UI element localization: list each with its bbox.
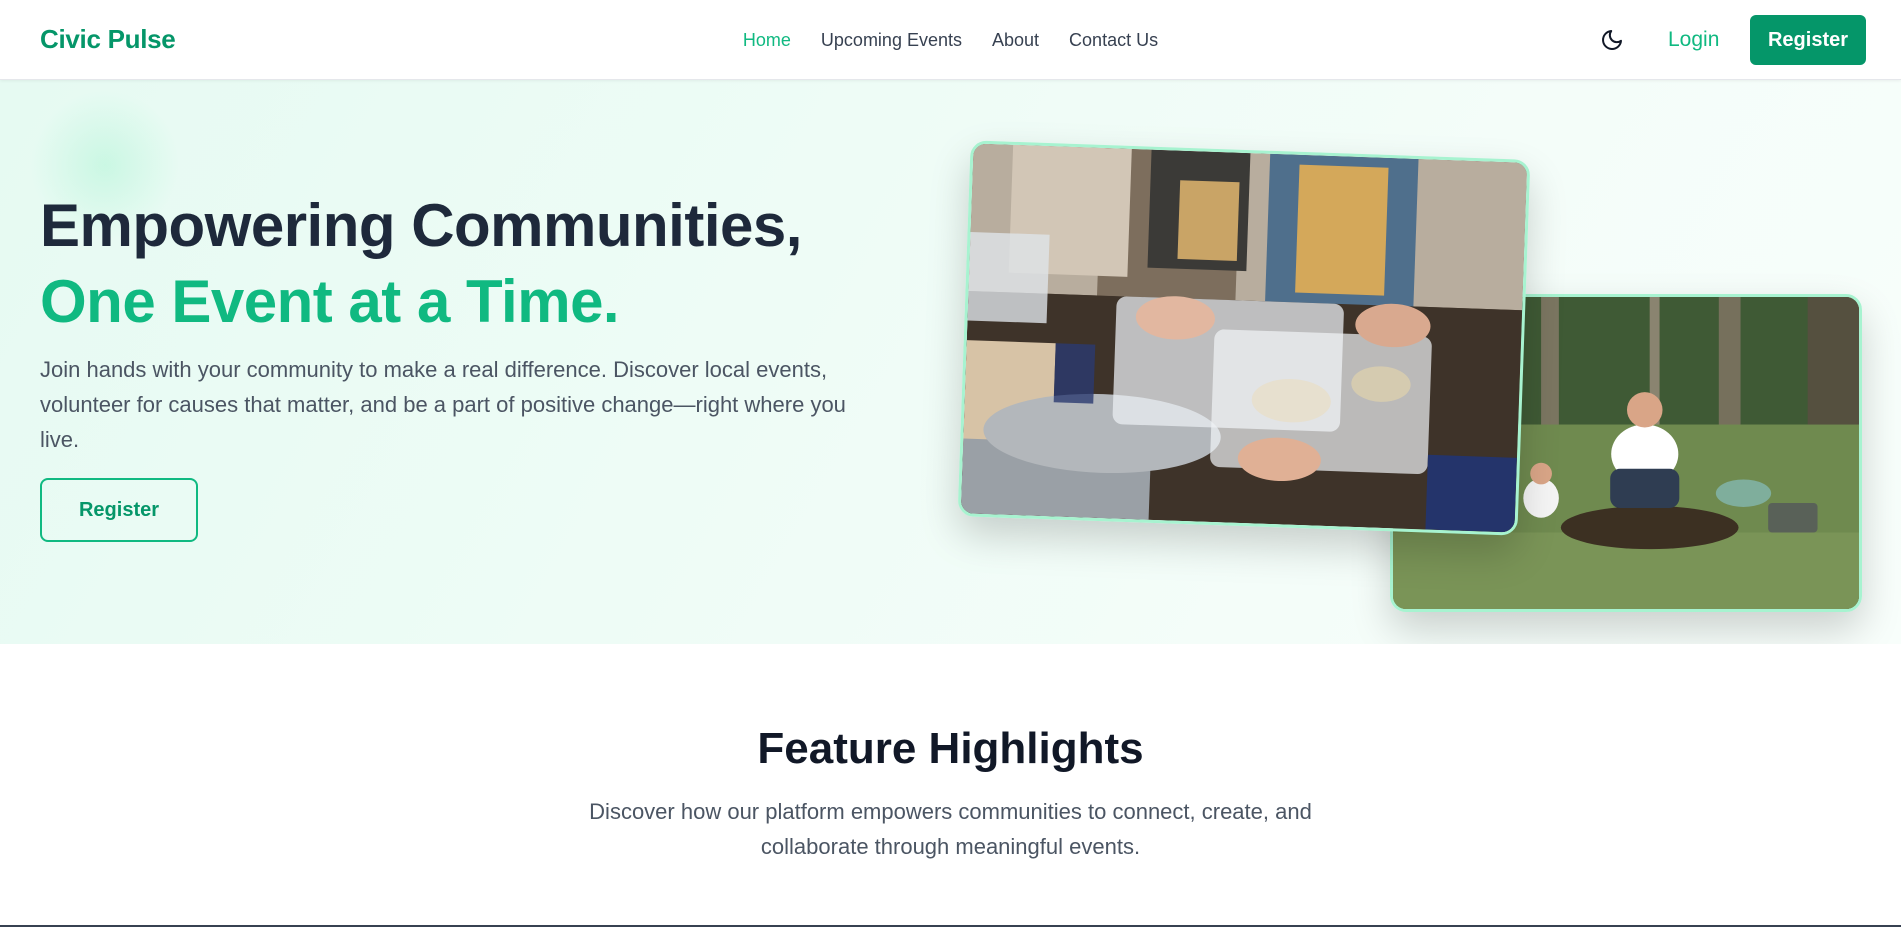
volunteers-food-photo (957, 140, 1531, 536)
hero-title: Empowering Communities, One Event at a T… (40, 188, 802, 340)
register-button[interactable]: Register (1750, 15, 1866, 65)
hero-title-line1: Empowering Communities, (40, 192, 802, 259)
nav-link-upcoming-events[interactable]: Upcoming Events (821, 30, 962, 51)
features-description: Discover how our platform empowers commu… (589, 799, 1312, 859)
hero-register-button[interactable]: Register (40, 478, 198, 542)
login-link[interactable]: Login (1668, 28, 1719, 52)
moon-icon (1602, 30, 1622, 50)
theme-toggle-button[interactable] (1598, 26, 1626, 54)
navbar: Civic Pulse Home Upcoming Events About C… (0, 0, 1901, 80)
hero-title-line2: One Event at a Time. (40, 268, 620, 335)
hero-description: Join hands with your community to make a… (40, 357, 846, 452)
nav-link-home[interactable]: Home (743, 30, 791, 51)
hero-section: Empowering Communities, One Event at a T… (0, 80, 1901, 644)
nav-link-about[interactable]: About (992, 30, 1039, 51)
brand-logo[interactable]: Civic Pulse (40, 24, 176, 55)
nav-link-contact-us[interactable]: Contact Us (1069, 30, 1158, 51)
features-title: Feature Highlights (757, 724, 1144, 773)
